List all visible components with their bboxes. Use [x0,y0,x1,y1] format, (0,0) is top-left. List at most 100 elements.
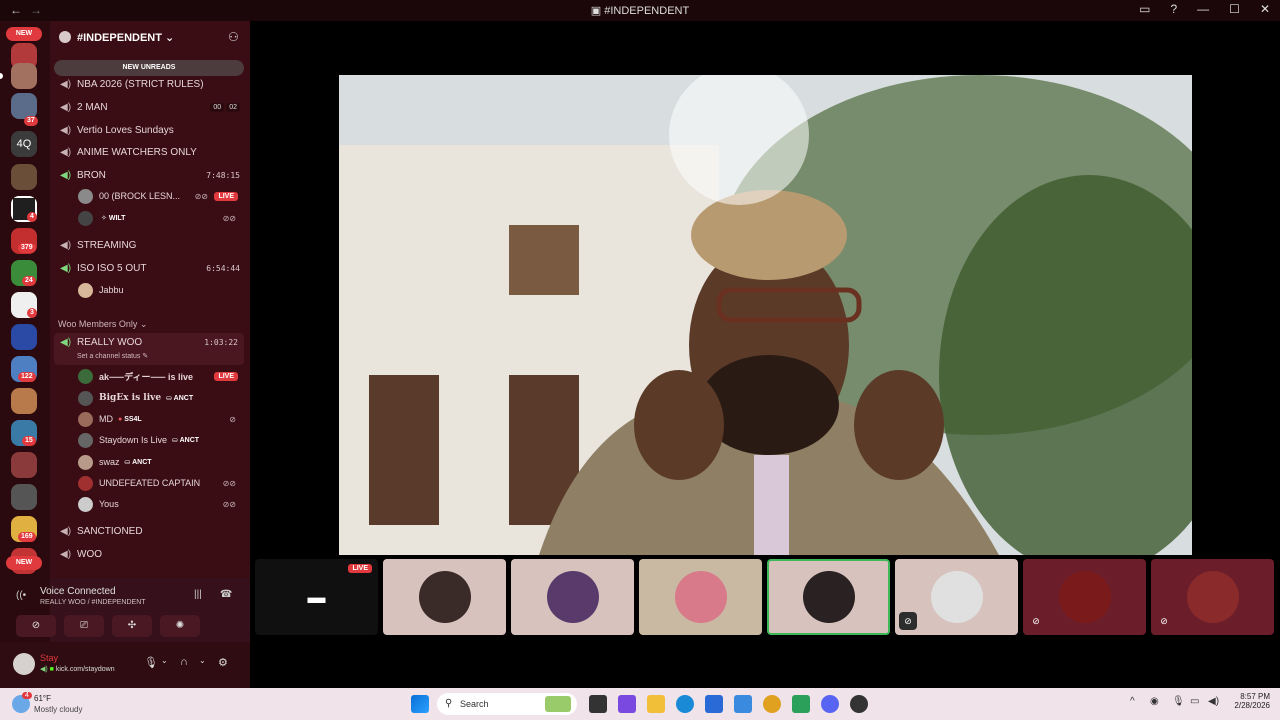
app-icon[interactable] [850,695,868,713]
discord-icon[interactable] [821,695,839,713]
network-icon[interactable]: ▭ [1190,696,1199,707]
store-icon[interactable] [705,695,723,713]
volume-icon[interactable]: ◀) [1208,696,1219,707]
channel-2-man[interactable]: ◀) 2 MAN 00 02 [60,98,240,116]
server-icon[interactable] [11,388,37,414]
guild-name[interactable]: #INDEPENDENT ⌄ [77,31,174,44]
chevron-down-icon[interactable]: ⌄ [199,656,206,665]
effects-button[interactable]: ✺ [160,615,200,637]
file-explorer-icon[interactable] [647,695,665,713]
voice-user[interactable]: Yous ⊘⊘ [78,495,240,513]
channel-really-woo[interactable]: ◀) REALLY WOO 1:03:22 [54,333,244,365]
new-pill-top[interactable]: NEW [6,27,42,41]
channel-woo[interactable]: ◀) WOO [60,545,240,563]
server-icon[interactable] [11,164,37,190]
camera-off-button[interactable]: ⊘ [16,615,56,637]
voice-user[interactable]: Jabbu [78,281,240,299]
channel-status[interactable]: Set a channel status ✎ [77,352,148,360]
focused-video-stream[interactable] [339,75,1192,555]
screen-share-button[interactable]: ⎚ [64,615,104,637]
participant-tile[interactable] [383,559,506,635]
task-view-icon[interactable] [589,695,607,713]
channel-sanctioned[interactable]: ◀) SANCTIONED [60,522,240,540]
video-frame [339,75,1192,555]
channel-vertio[interactable]: ◀) Vertio Loves Sundays [60,121,240,139]
channel-streaming[interactable]: ◀) STREAMING [60,236,240,254]
channel-iso[interactable]: ◀) ISO ISO 5 OUT 6:54:44 [60,259,240,277]
avatar [546,571,599,623]
server-icon[interactable] [11,484,37,510]
participant-tile[interactable]: ⊘ [895,559,1018,635]
participant-tile[interactable] [511,559,634,635]
disconnect-icon[interactable]: ☎ [220,589,232,600]
activities-button[interactable]: ✣ [112,615,152,637]
voice-user[interactable]: BigEx is live ⛀ ANCT [78,389,240,407]
new-pill-bottom[interactable]: NEW [6,556,42,570]
outlook-icon[interactable] [734,695,752,713]
participant-tile-speaking[interactable] [767,559,890,635]
chevron-down-icon[interactable]: ⌄ [161,656,168,665]
server-icon[interactable] [11,324,37,350]
speaker-icon: ◀) [60,101,72,113]
copilot-icon[interactable] [618,695,636,713]
mention-badge: 122 [18,372,36,382]
channel-nba-2026[interactable]: ◀) NBA 2026 (STRICT RULES) [60,75,240,93]
windows-taskbar: 4 61°F Mostly cloudy ⚲ Search ^ ◉ 🎙 ▭ ◀)… [0,688,1280,720]
channel-anime[interactable]: ◀) ANIME WATCHERS ONLY [60,143,240,161]
taskbar-search[interactable]: ⚲ Search [437,693,577,715]
avatar[interactable] [13,653,35,675]
microphone-icon[interactable]: 🎙 [144,656,158,669]
stream-tile[interactable]: ▬ LIVE [255,559,378,635]
category-woo-members[interactable]: Woo Members Only ⌄ [58,319,147,330]
voice-user[interactable]: ✧ WILT ⊘⊘ [78,209,240,227]
headphones-icon[interactable]: ∩ [180,656,188,668]
voice-user[interactable]: UNDEFEATED CAPTAIN ⊘⊘ [78,474,240,492]
inbox-icon[interactable]: ▭ [1139,2,1150,16]
guild-header[interactable]: #INDEPENDENT ⌄ ⚇ [50,21,250,55]
edge-icon[interactable] [676,695,694,713]
soundboard-icon[interactable]: ||| [194,589,202,600]
pencil-icon: ✎ [140,353,149,360]
server-icon[interactable] [11,63,37,89]
user-status: ◀) ■ kick.com/staydown [40,666,115,673]
avatar [78,368,93,384]
voice-user[interactable]: swaz ⛀ ANCT [78,453,240,471]
minimize-button[interactable]: — [1197,2,1209,16]
gear-icon[interactable]: ⚙ [218,656,228,669]
voice-user[interactable]: Staydown Is Live ⛀ ANCT [78,431,240,449]
help-icon[interactable]: ? [1170,2,1177,16]
voice-user[interactable]: ak⸺ディー⸺ is live LIVE [78,367,240,385]
server-tag: ⛀ ANCT [124,459,152,466]
participant-tile[interactable]: ⊘ [1023,559,1146,635]
server-4q[interactable]: 4Q [11,131,37,157]
avatar [78,188,93,204]
user-panel: Stay ◀) ■ kick.com/staydown 🎙 ⌄ ∩ ⌄ ⚙ [0,642,250,688]
server-tag: ⛀ ANCT [166,395,194,402]
live-badge: LIVE [348,564,372,573]
channel-bron[interactable]: ◀) BRON 7:48:15 [60,166,240,184]
app-icon[interactable] [792,695,810,713]
voice-connected-label[interactable]: Voice Connected [40,586,116,597]
windows-start-icon[interactable] [411,695,429,713]
chevron-up-icon[interactable]: ^ [1130,696,1135,707]
signal-icon[interactable]: ((• [16,590,26,601]
chrome-icon[interactable] [763,695,781,713]
server-icon[interactable] [11,452,37,478]
voice-stage: ▬ LIVE ⊘ ⊘ ⊘ [250,21,1280,688]
system-clock[interactable]: 8:57 PM 2/28/2026 [1222,692,1270,710]
new-unreads-pill[interactable]: NEW UNREADS [54,60,244,76]
invite-icon[interactable]: ⚇ [228,30,239,44]
avatar [78,475,93,491]
participant-tile[interactable] [639,559,762,635]
tray-icon[interactable]: ◉ [1150,696,1159,707]
microphone-icon[interactable]: 🎙 [1172,696,1185,707]
participant-tile[interactable]: ⊘ [1151,559,1274,635]
voice-user[interactable]: MD ● SS4L ⊘ [78,410,240,428]
weather-widget[interactable]: 4 61°F Mostly cloudy [10,692,120,716]
maximize-button[interactable]: ☐ [1229,2,1240,16]
voice-user[interactable]: 00 (BROCK LESN... ⊘⊘ LIVE [78,187,240,205]
close-button[interactable]: ✕ [1260,2,1270,16]
mention-badge: 4 [27,212,37,222]
voice-channel-path[interactable]: REALLY WOO / #INDEPENDENT [40,599,146,606]
user-name[interactable]: Stay [40,653,58,663]
